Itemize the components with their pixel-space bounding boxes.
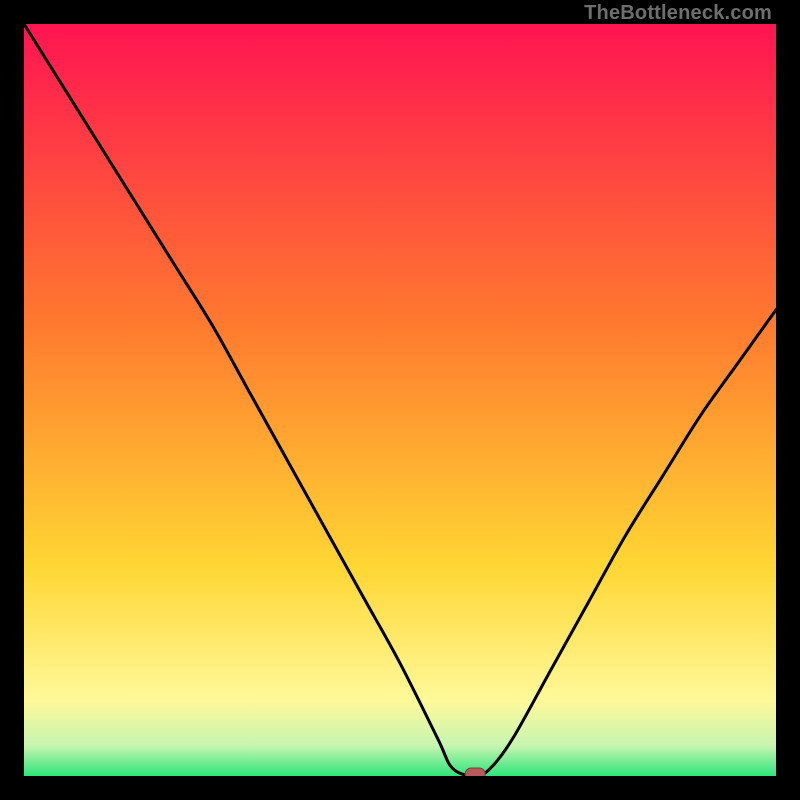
optimum-marker [465, 768, 485, 776]
chart-frame [24, 24, 776, 776]
watermark-text: TheBottleneck.com [584, 2, 772, 25]
bottleneck-chart [24, 24, 776, 776]
